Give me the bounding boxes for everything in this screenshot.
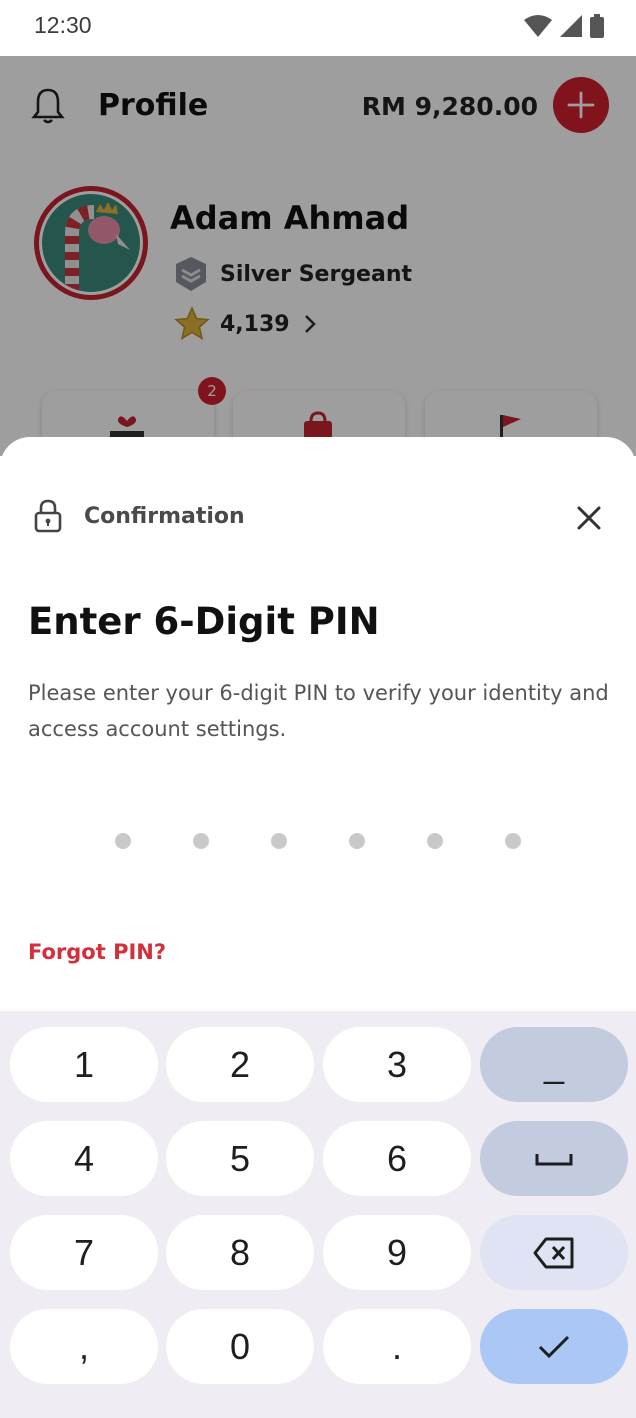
pin-dots[interactable]: [115, 833, 521, 849]
status-time: 12:30: [34, 12, 92, 38]
key-space[interactable]: [480, 1121, 628, 1196]
wifi-icon: [524, 15, 552, 37]
key-1[interactable]: 1: [10, 1027, 158, 1102]
signal-icon: [560, 15, 582, 37]
forgot-pin-link[interactable]: Forgot PIN?: [28, 940, 166, 964]
pin-confirmation-sheet: Confirmation Enter 6-Digit PIN Please en…: [0, 437, 636, 1011]
pin-dot: [349, 833, 365, 849]
sheet-header: Confirmation: [34, 499, 245, 533]
key-7[interactable]: 7: [10, 1215, 158, 1290]
battery-icon: [590, 14, 604, 38]
status-icons: [524, 14, 604, 38]
pin-dot: [115, 833, 131, 849]
key-5[interactable]: 5: [166, 1121, 314, 1196]
pin-dot: [271, 833, 287, 849]
key-6[interactable]: 6: [323, 1121, 471, 1196]
pin-title: Enter 6-Digit PIN: [28, 600, 380, 643]
key-2[interactable]: 2: [166, 1027, 314, 1102]
space-icon: [535, 1153, 573, 1165]
lock-icon: [34, 499, 62, 533]
key-period[interactable]: .: [323, 1309, 471, 1384]
key-0[interactable]: 0: [166, 1309, 314, 1384]
check-icon: [538, 1335, 570, 1358]
key-comma[interactable]: ,: [10, 1309, 158, 1384]
modal-scrim[interactable]: [0, 56, 636, 456]
pin-description: Please enter your 6-digit PIN to verify …: [28, 681, 609, 741]
key-4[interactable]: 4: [10, 1121, 158, 1196]
pin-dot: [505, 833, 521, 849]
pin-dot: [193, 833, 209, 849]
key-3[interactable]: 3: [323, 1027, 471, 1102]
close-button[interactable]: [570, 499, 608, 537]
key-9[interactable]: 9: [323, 1215, 471, 1290]
sheet-header-label: Confirmation: [84, 503, 245, 529]
key-enter[interactable]: [480, 1309, 628, 1384]
key-underscore[interactable]: _: [480, 1027, 628, 1102]
close-icon: [577, 506, 601, 530]
key-8[interactable]: 8: [166, 1215, 314, 1290]
pin-dot: [427, 833, 443, 849]
backspace-icon: [533, 1237, 574, 1268]
numeric-keyboard: 1 2 3 _ 4 5 6 7 8 9 , 0 .: [0, 1011, 636, 1418]
status-bar: 12:30: [0, 0, 636, 56]
key-backspace[interactable]: [480, 1215, 628, 1290]
